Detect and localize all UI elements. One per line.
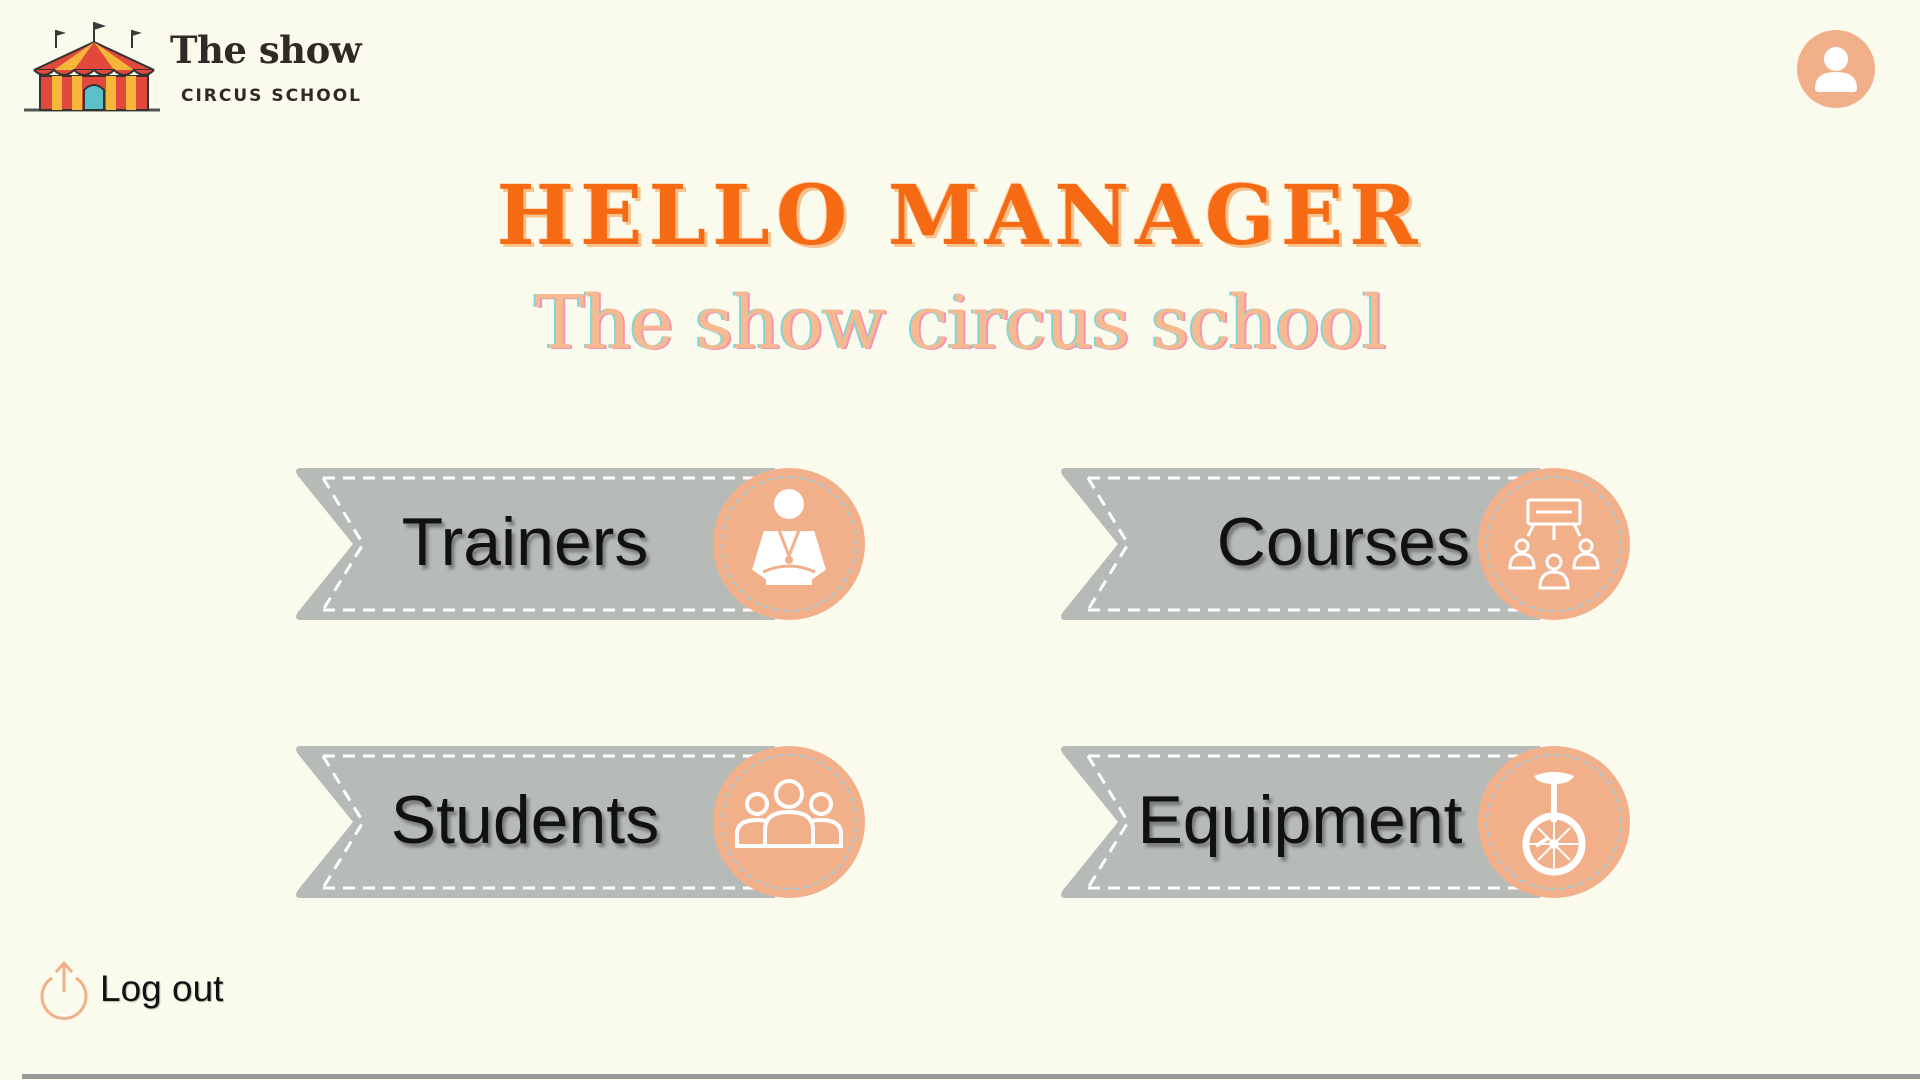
footer-divider bbox=[22, 1074, 1920, 1079]
profile-button[interactable] bbox=[1797, 30, 1875, 108]
unicycle-icon bbox=[1522, 772, 1586, 876]
brand-subtitle: CIRCUS SCHOOL bbox=[181, 86, 363, 106]
courses-label: Courses bbox=[1216, 504, 1470, 580]
students-badge bbox=[713, 746, 865, 898]
trainers-label: Trainers bbox=[401, 504, 649, 580]
brand-logo[interactable]: The show CIRCUS SCHOOL bbox=[24, 18, 374, 118]
presentation-group-icon bbox=[1508, 498, 1600, 590]
circus-tent-icon bbox=[24, 22, 160, 112]
user-icon bbox=[1815, 47, 1857, 92]
logout-button[interactable]: Log out bbox=[36, 958, 256, 1020]
logout-label: Log out bbox=[100, 968, 224, 1009]
group-icon bbox=[735, 779, 843, 848]
school-subtitle: The show circus school bbox=[534, 280, 1386, 366]
equipment-button[interactable]: Equipment bbox=[1060, 746, 1630, 898]
trainer-icon bbox=[749, 489, 829, 587]
equipment-label: Equipment bbox=[1137, 782, 1463, 858]
courses-button[interactable]: Courses bbox=[1060, 468, 1630, 620]
greeting-heading: HELLO MANAGER bbox=[496, 168, 1424, 264]
brand-title: The show bbox=[170, 28, 362, 72]
logout-icon bbox=[40, 960, 88, 1020]
equipment-badge bbox=[1478, 746, 1630, 898]
trainers-button[interactable]: Trainers bbox=[295, 468, 865, 620]
students-button[interactable]: Students bbox=[295, 746, 865, 898]
courses-badge bbox=[1478, 468, 1630, 620]
students-label: Students bbox=[390, 782, 660, 858]
trainers-badge bbox=[713, 468, 865, 620]
